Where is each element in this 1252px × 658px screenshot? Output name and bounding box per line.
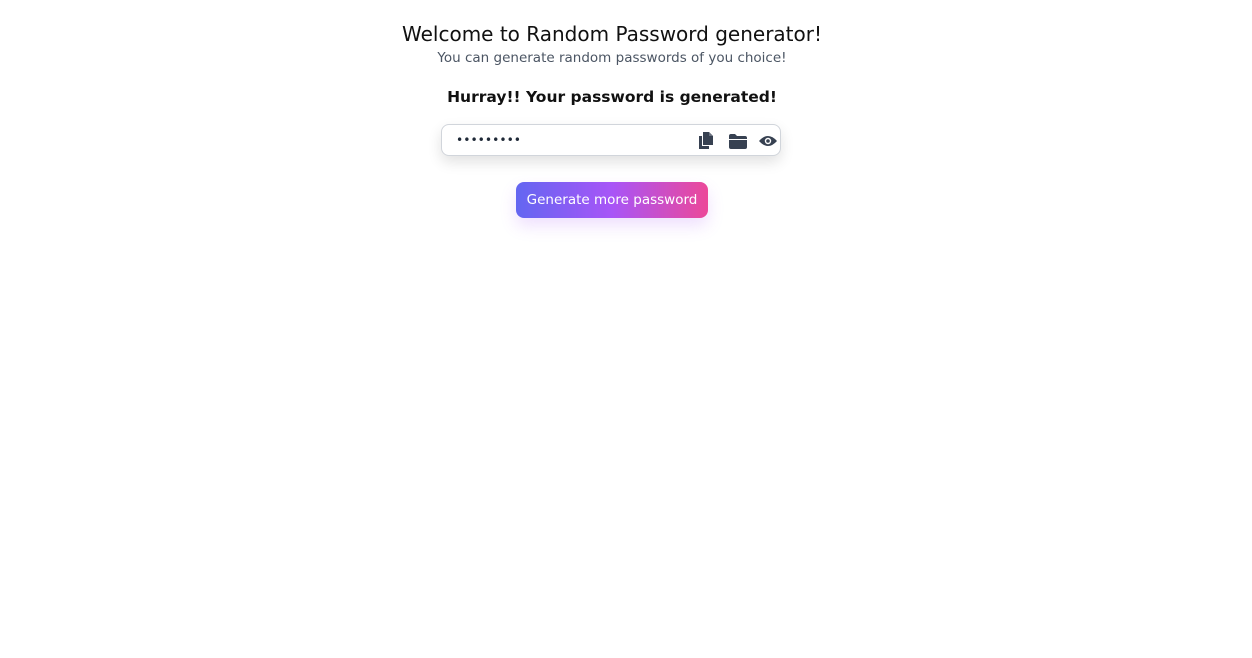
eye-icon[interactable]	[758, 131, 778, 151]
generate-more-button[interactable]: Generate more password	[516, 182, 708, 218]
success-message: Hurray!! Your password is generated!	[447, 88, 777, 106]
copy-icon[interactable]	[696, 131, 716, 151]
password-field-container	[441, 124, 781, 156]
password-field[interactable]	[456, 130, 686, 150]
page-title: Welcome to Random Password generator!	[402, 22, 822, 46]
page: Welcome to Random Password generator! Yo…	[0, 0, 1252, 658]
page-subtitle: You can generate random passwords of you…	[437, 50, 787, 66]
folder-icon[interactable]	[728, 131, 748, 151]
